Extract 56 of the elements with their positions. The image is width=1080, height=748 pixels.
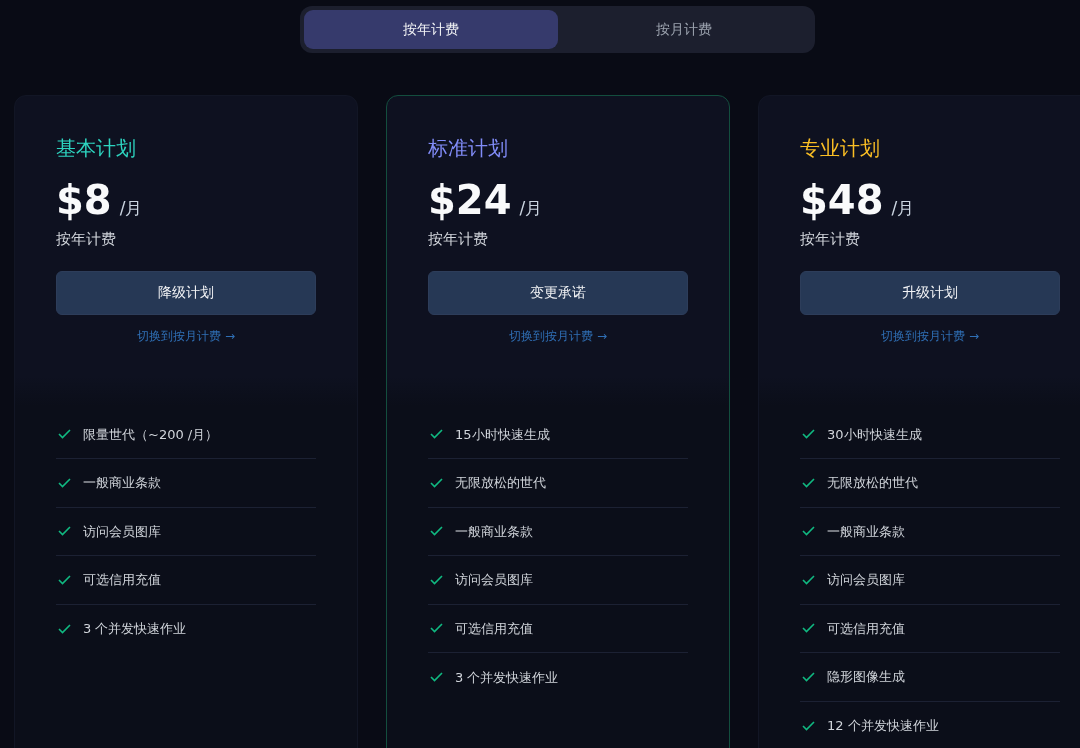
feature-text: 访问会员图库 <box>827 571 905 589</box>
feature-text: 一般商业条款 <box>455 522 533 541</box>
check-icon <box>58 623 71 634</box>
plan-button[interactable]: 变更承诺 <box>428 270 688 315</box>
price-amount: $8 <box>56 178 112 222</box>
check-icon <box>430 623 443 634</box>
check-icon <box>802 623 815 634</box>
switch-link[interactable]: 切换到按月计费 → <box>428 326 688 345</box>
price-unit: /月 <box>891 197 915 220</box>
price-amount: $24 <box>428 178 512 222</box>
feature-text: 一般商业条款 <box>83 474 161 492</box>
check-icon <box>430 672 443 683</box>
check-icon <box>802 720 815 731</box>
check-icon <box>802 671 815 682</box>
check-icon <box>802 429 815 440</box>
billing-tab[interactable]: 按月计费 <box>557 10 811 49</box>
check-icon <box>430 526 443 537</box>
price-unit: /月 <box>519 197 543 220</box>
check-icon <box>58 526 71 537</box>
billing-period: 按年计费 <box>428 229 489 250</box>
billing-tab[interactable]: 按年计费 <box>304 10 558 49</box>
check-icon <box>802 574 815 585</box>
feature-text: 无限放松的世代 <box>455 474 546 492</box>
check-icon <box>58 429 71 440</box>
check-icon <box>802 477 815 488</box>
check-icon <box>430 477 443 488</box>
switch-link[interactable]: 切换到按月计费 → <box>800 326 1060 345</box>
feature-text: 12 个并发快速作业 <box>827 717 939 735</box>
feature-text: 可选信用充值 <box>83 571 161 589</box>
price-unit: /月 <box>119 197 143 220</box>
plan-name: 基本计划 <box>56 136 137 160</box>
plan-button[interactable]: 升级计划 <box>800 270 1060 315</box>
check-icon <box>58 477 71 488</box>
plan-name: 专业计划 <box>800 136 881 160</box>
price-amount: $48 <box>800 178 884 222</box>
feature-text: 隐形图像生成 <box>827 668 905 686</box>
feature-text: 可选信用充值 <box>827 619 905 638</box>
feature-text: 3 个并发快速作业 <box>455 668 559 687</box>
plan-button[interactable]: 降级计划 <box>56 270 316 315</box>
feature-text: 访问会员图库 <box>455 571 533 589</box>
feature-text: 30小时快速生成 <box>827 425 922 444</box>
feature-text: 限量世代（~200 /月） <box>83 425 219 444</box>
feature-text: 无限放松的世代 <box>827 474 918 492</box>
switch-link[interactable]: 切换到按月计费 → <box>56 326 316 345</box>
feature-text: 一般商业条款 <box>827 522 905 541</box>
feature-text: 可选信用充值 <box>455 619 533 638</box>
check-icon <box>802 526 815 537</box>
check-icon <box>58 574 71 585</box>
check-icon <box>430 429 443 440</box>
feature-text: 3 个并发快速作业 <box>83 620 187 638</box>
feature-text: 15小时快速生成 <box>455 425 550 444</box>
billing-period: 按年计费 <box>56 229 117 250</box>
billing-period: 按年计费 <box>800 229 861 250</box>
check-icon <box>430 574 443 585</box>
feature-text: 访问会员图库 <box>83 522 161 541</box>
plan-name: 标准计划 <box>428 136 509 160</box>
